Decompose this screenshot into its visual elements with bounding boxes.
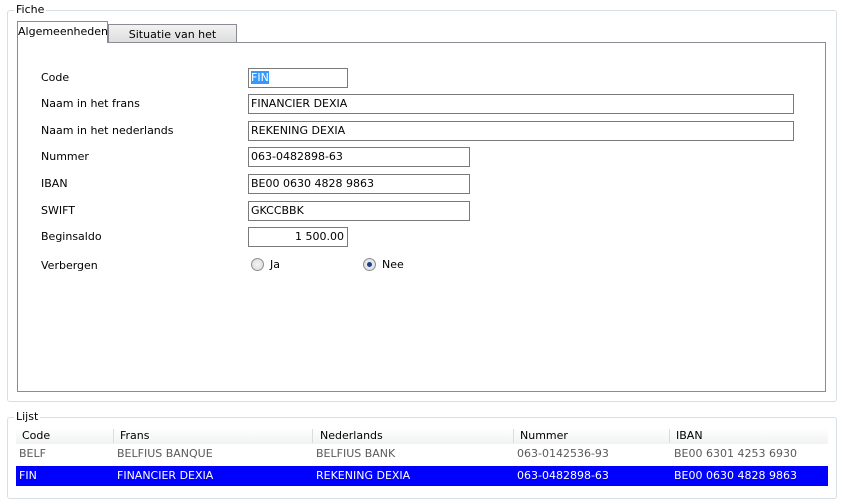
radio-nee-label[interactable]: Nee — [382, 258, 404, 271]
beginsaldo-label: Beginsaldo — [41, 230, 102, 243]
cell-code: BELF — [19, 447, 46, 460]
radio-ja-label[interactable]: Ja — [270, 258, 280, 271]
cell-nummer: 063-0482898-63 — [517, 469, 609, 482]
radio-ja[interactable] — [251, 258, 264, 271]
cell-frans: BELFIUS BANQUE — [117, 447, 213, 460]
iban-field[interactable]: BE00 0630 4828 9863 — [248, 174, 470, 194]
naam-fr-field[interactable]: FINANCIER DEXIA — [248, 94, 794, 114]
naam-nl-field[interactable]: REKENING DEXIA — [248, 121, 794, 141]
cell-frans: FINANCIER DEXIA — [117, 469, 214, 482]
lijst-title: Lijst — [14, 410, 41, 423]
cell-iban: BE00 0630 4828 9863 — [674, 469, 797, 482]
naam-fr-label: Naam in het frans — [41, 97, 140, 110]
cell-nederlands: BELFIUS BANK — [316, 447, 396, 460]
col-header-code[interactable]: Code — [22, 428, 50, 444]
table-row-selected[interactable]: FIN FINANCIER DEXIA REKENING DEXIA 063-0… — [16, 466, 828, 486]
fiche-title: Fiche — [14, 3, 47, 16]
swift-field[interactable]: GKCCBBK — [248, 201, 470, 221]
code-field[interactable]: FIN — [248, 68, 348, 88]
verbergen-label: Verbergen — [41, 259, 98, 272]
col-header-iban[interactable]: IBAN — [676, 428, 703, 444]
cell-code: FIN — [19, 469, 37, 482]
table-row[interactable]: BELF BELFIUS BANQUE BELFIUS BANK 063-014… — [16, 444, 828, 464]
col-separator[interactable] — [669, 429, 670, 443]
nummer-field[interactable]: 063-0482898-63 — [248, 147, 470, 167]
cell-nederlands: REKENING DEXIA — [316, 469, 411, 482]
col-header-frans[interactable]: Frans — [120, 428, 150, 444]
code-label: Code — [41, 71, 70, 84]
swift-label: SWIFT — [41, 204, 75, 217]
table-header: Code Frans Nederlands Nummer IBAN — [16, 428, 828, 445]
nummer-label: Nummer — [41, 150, 89, 163]
beginsaldo-field[interactable]: 1 500.00 — [248, 227, 348, 247]
col-header-nederlands[interactable]: Nederlands — [320, 428, 383, 444]
tab-situatie-dagboek[interactable]: Situatie van het dagboek — [108, 24, 237, 60]
col-separator[interactable] — [513, 429, 514, 443]
col-separator[interactable] — [113, 429, 114, 443]
tab-algemeenheden[interactable]: Algemeenheden — [17, 21, 108, 43]
cell-iban: BE00 6301 4253 6930 — [674, 447, 797, 460]
radio-nee[interactable] — [363, 258, 376, 271]
col-separator[interactable] — [312, 429, 313, 443]
code-value: FIN — [251, 71, 269, 84]
iban-label: IBAN — [41, 177, 68, 190]
naam-nl-label: Naam in het nederlands — [41, 124, 174, 137]
col-header-nummer[interactable]: Nummer — [520, 428, 568, 444]
radio-selected-dot — [367, 262, 372, 267]
cell-nummer: 063-0142536-93 — [517, 447, 609, 460]
